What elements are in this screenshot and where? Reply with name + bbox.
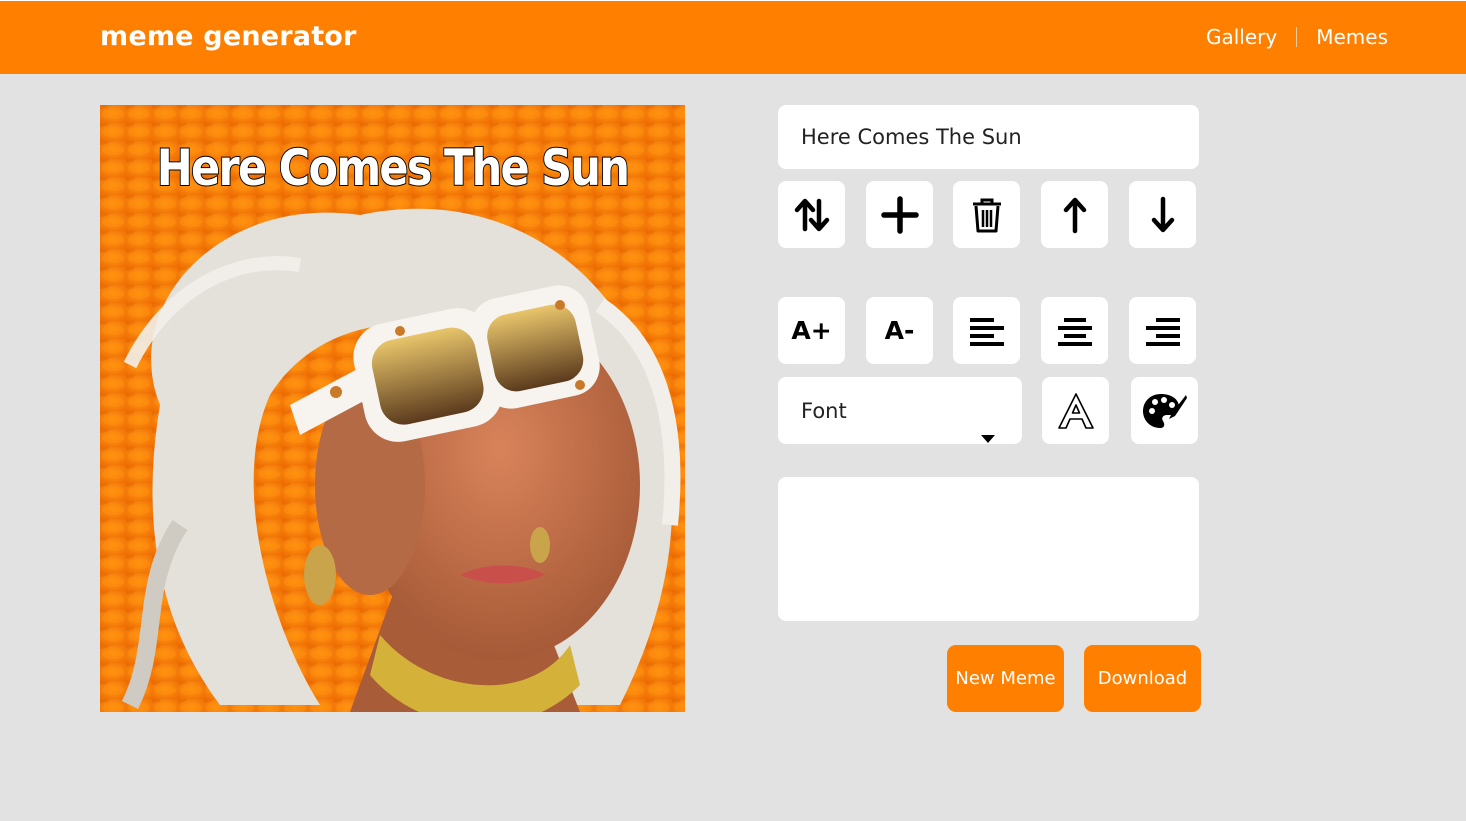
meme-caption-text[interactable]: Here Comes The Sun (141, 138, 644, 198)
move-line-down-button[interactable] (1129, 181, 1196, 248)
share-textarea[interactable] (778, 477, 1199, 621)
add-line-button[interactable] (866, 181, 933, 248)
delete-line-button[interactable] (953, 181, 1020, 248)
align-left-icon (969, 317, 1004, 346)
main-nav: Gallery Memes (1206, 25, 1388, 49)
decrease-font-button[interactable]: A- (866, 297, 933, 364)
font-family-select[interactable]: Font (778, 377, 1022, 444)
align-right-button[interactable] (1129, 297, 1196, 364)
arrow-down-icon (1151, 196, 1174, 232)
outline-a-icon (1057, 392, 1094, 429)
font-select-value: Font (801, 398, 847, 423)
move-line-up-button[interactable] (1041, 181, 1108, 248)
nav-divider (1296, 27, 1298, 47)
trash-icon (972, 198, 1001, 232)
switch-lines-button[interactable] (778, 181, 845, 248)
fill-color-button[interactable] (1131, 377, 1198, 444)
nav-gallery-link[interactable]: Gallery (1206, 25, 1277, 49)
new-meme-button[interactable]: New Meme (947, 645, 1064, 712)
plus-icon (880, 195, 919, 234)
arrow-up-icon (1063, 197, 1086, 233)
font-increase-icon: A+ (791, 316, 832, 345)
line-text-input[interactable] (778, 105, 1199, 169)
nav-memes-link[interactable]: Memes (1316, 25, 1388, 49)
meme-canvas[interactable]: Here Comes The Sun (100, 105, 685, 712)
align-center-button[interactable] (1041, 297, 1108, 364)
site-logo[interactable]: meme generator (100, 21, 357, 52)
align-center-icon (1057, 317, 1092, 346)
swap-vertical-icon (794, 198, 829, 231)
palette-icon (1142, 393, 1187, 428)
header-bar: meme generator Gallery Memes (0, 0, 1466, 74)
align-right-icon (1145, 317, 1180, 346)
chevron-down-icon (981, 435, 995, 443)
align-left-button[interactable] (953, 297, 1020, 364)
increase-font-button[interactable]: A+ (778, 297, 845, 364)
stroke-color-button[interactable] (1042, 377, 1109, 444)
font-decrease-icon: A- (884, 316, 915, 345)
download-button[interactable]: Download (1084, 645, 1201, 712)
